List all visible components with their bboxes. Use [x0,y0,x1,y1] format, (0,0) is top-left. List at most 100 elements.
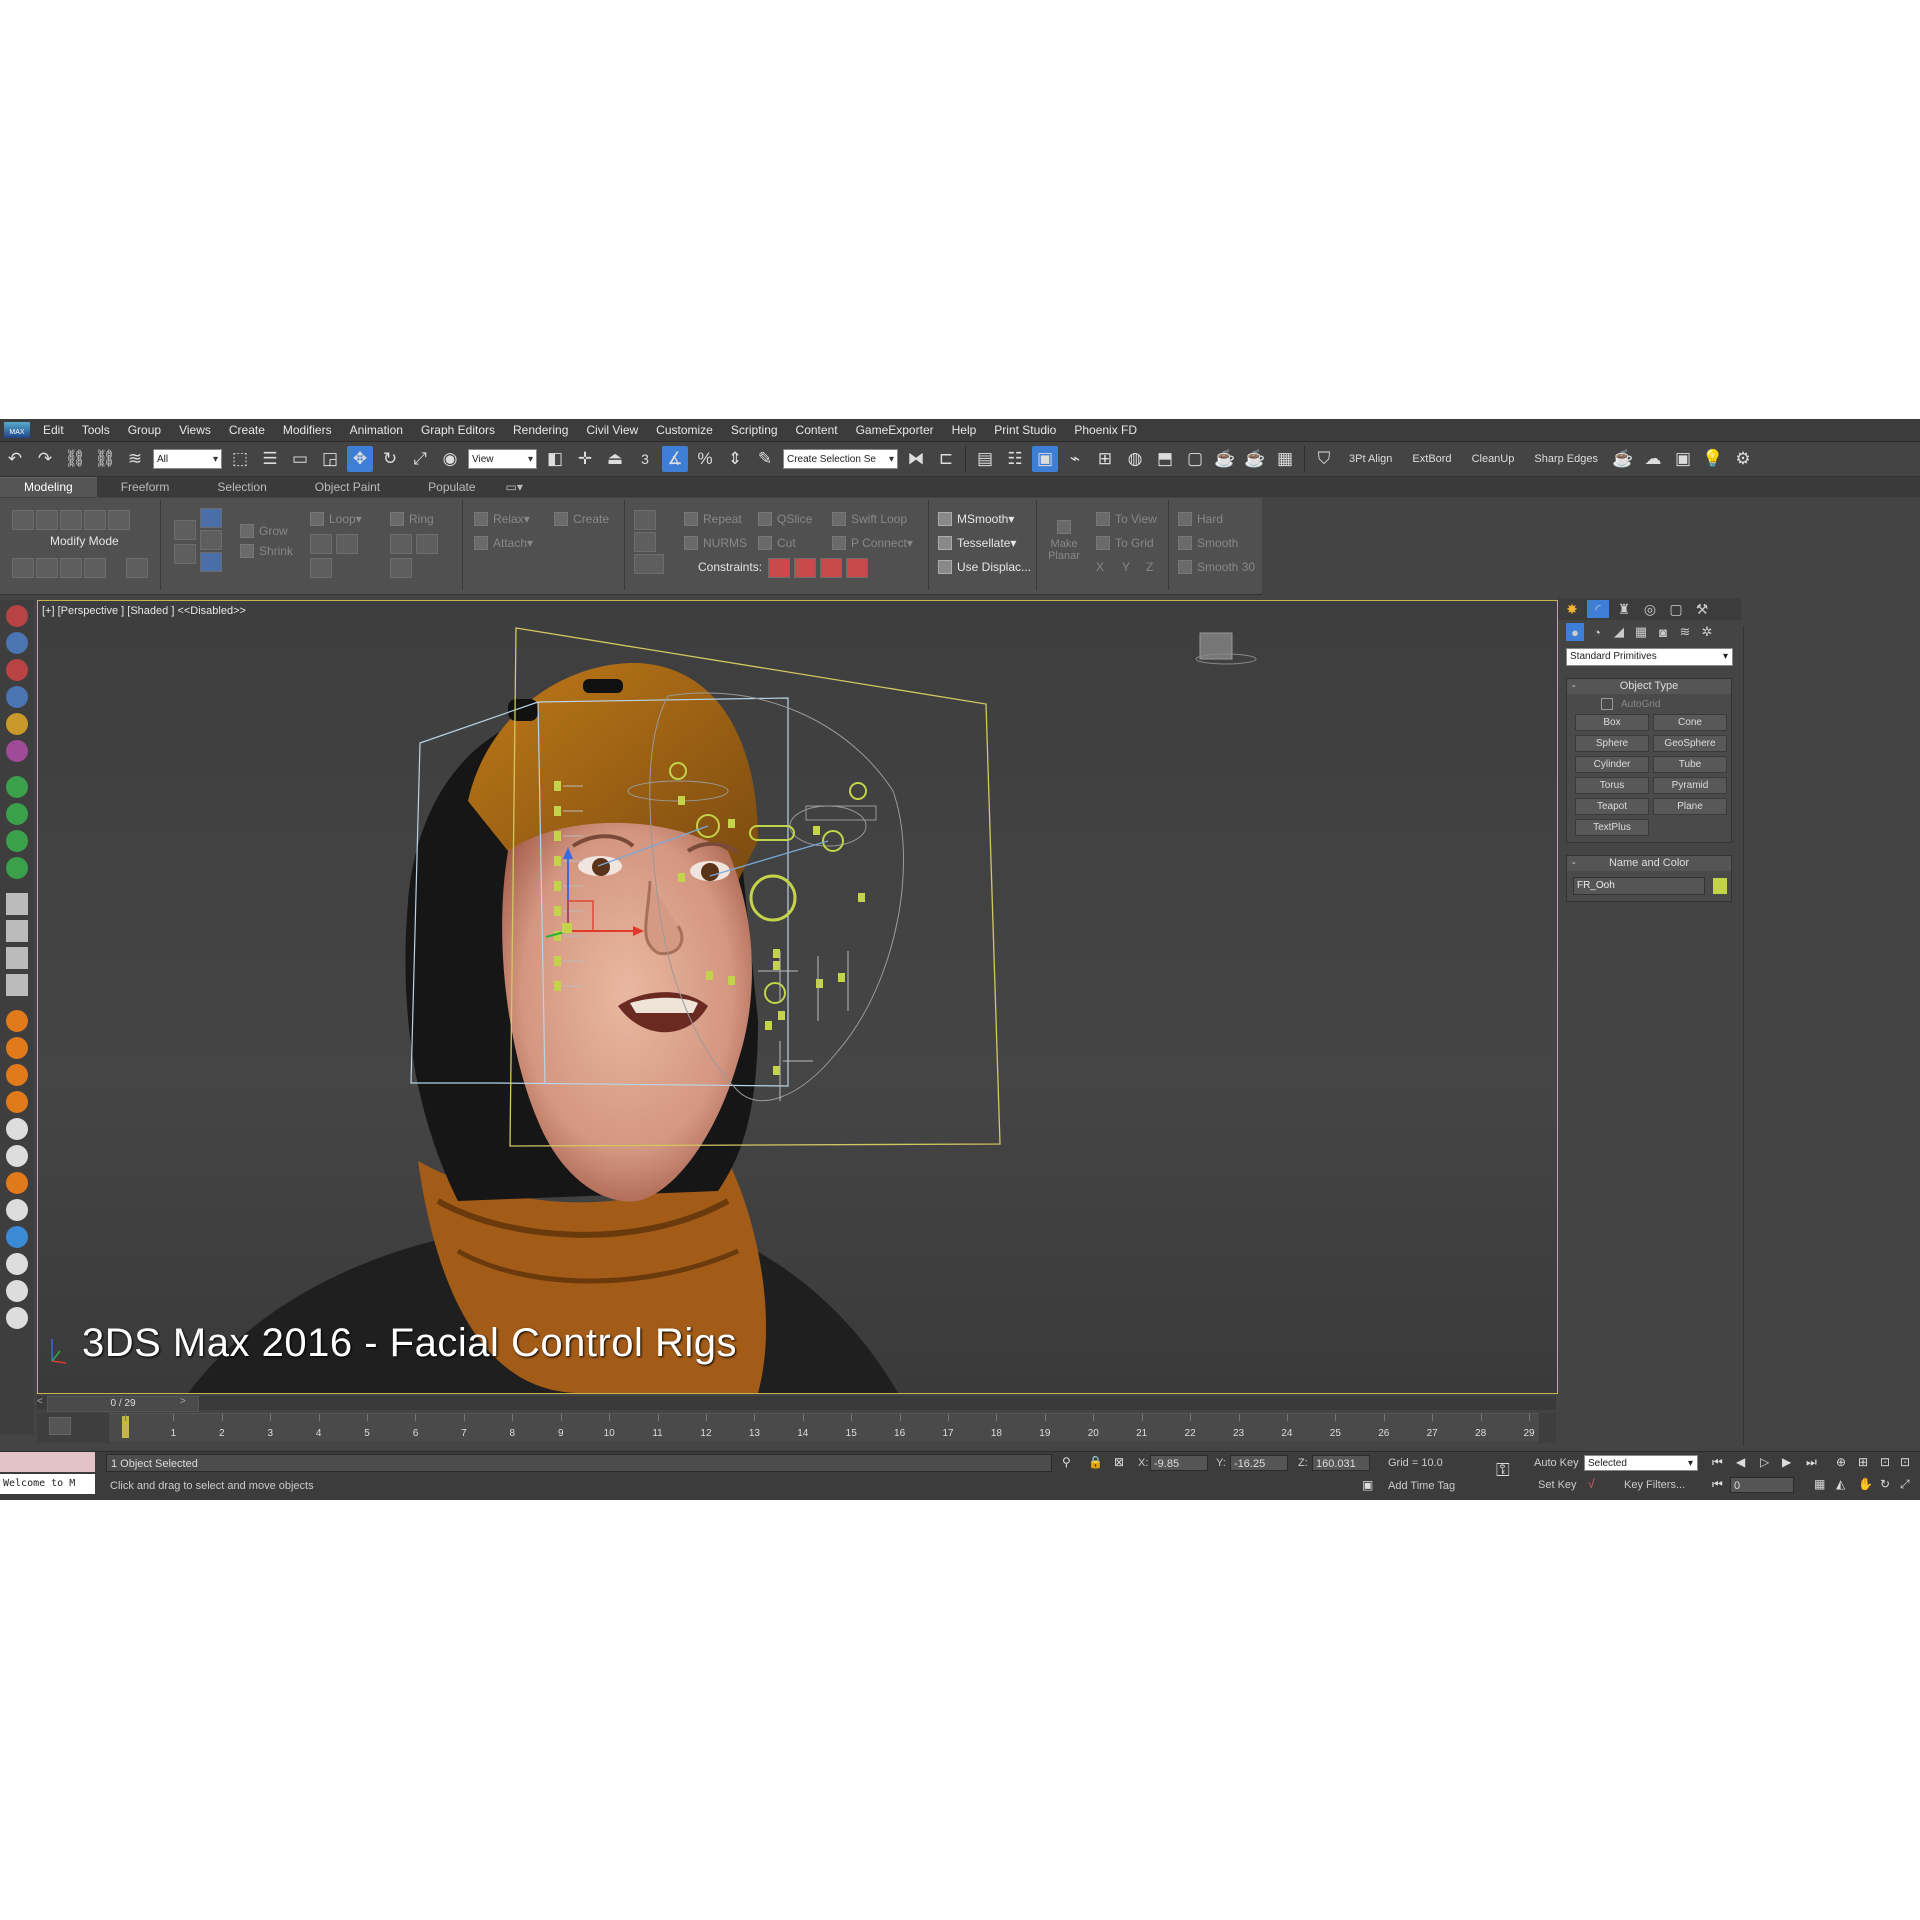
preview-selection-icon[interactable] [200,508,222,528]
go-to-start-icon[interactable]: ⏮ [1712,1455,1723,1470]
tab-freeform[interactable]: Freeform [97,478,194,497]
msmooth-button[interactable]: MSmooth ▾ [938,512,1014,526]
polygon-mode-icon[interactable] [84,510,106,530]
cylinder-button[interactable]: Cylinder [1575,756,1649,773]
fire-icon[interactable] [6,1037,28,1059]
percent-snap-icon[interactable]: % [692,446,718,472]
object-name-field[interactable]: FR_Ooh [1573,877,1706,895]
align-icon[interactable]: ⊏ [933,446,959,472]
constraint-edge-icon[interactable] [794,558,816,578]
ring-button[interactable]: Ring [390,512,434,526]
reference-coord-dropdown[interactable]: View [468,449,537,469]
menu-animation[interactable]: Animation [341,419,412,441]
isolate-icon[interactable]: ⚲ [1062,1455,1071,1469]
object-type-header[interactable]: Object Type [1567,679,1731,694]
x-coordinate-field[interactable]: -9.85 [1150,1455,1208,1471]
constraint-none-icon[interactable] [768,558,790,578]
particle-tool-icon[interactable] [6,857,28,879]
relax-button[interactable]: Relax ▾ [474,512,530,526]
y-coordinate-field[interactable]: -16.25 [1230,1455,1288,1471]
cloud-icon[interactable]: ☁ [1640,446,1666,472]
create-helper-icon[interactable] [6,713,28,735]
select-and-place-icon[interactable]: ◉ [437,446,463,472]
constraint-face-icon[interactable] [820,558,842,578]
tessellate-button[interactable]: Tessellate ▾ [938,536,1016,550]
swift-loop-button[interactable]: Swift Loop [832,512,907,526]
geosphere-button[interactable]: GeoSphere [1653,735,1727,752]
menu-help[interactable]: Help [943,419,986,441]
space-warps-icon[interactable]: ≋ [1676,623,1694,641]
align-x-button[interactable]: X [1096,560,1104,574]
fire-source-icon[interactable] [6,1010,28,1032]
rect-selection-icon[interactable]: ▭ [287,446,313,472]
modify-tool-icon[interactable] [12,558,34,578]
border-mode-icon[interactable] [60,510,82,530]
utilities-tab-icon[interactable]: ⚒ [1691,600,1713,618]
custom-script-icon[interactable]: ⛉ [1311,446,1337,472]
set-key-button[interactable]: Set Key [1538,1479,1577,1491]
name-and-color-header[interactable]: Name and Color [1567,856,1731,871]
hierarchy-tab-icon[interactable]: ♜ [1613,600,1635,618]
ring-mode-icon[interactable] [390,558,412,578]
ring-shrink-icon[interactable] [416,534,438,554]
zoom-icon[interactable]: ⊕ [1836,1455,1846,1469]
angle-snap-icon[interactable]: ∡ [662,446,688,472]
timeline-ruler[interactable]: 1 2 3 4 5 6 7 8 9 10 11 12 13 14 15 16 17 18 19 20 21 22 23 24 2… [109,1413,1539,1442]
render-in-cloud-icon[interactable]: ▦ [1272,446,1298,472]
default-tangent-icon[interactable]: √ [1588,1477,1595,1491]
fire-sim-icon[interactable] [6,1064,28,1086]
smoke-icon[interactable] [6,1118,28,1140]
time-slider[interactable]: 0 / 29 [47,1396,199,1412]
modify-tool-icon[interactable] [36,558,58,578]
select-and-rotate-icon[interactable]: ↻ [377,446,403,472]
create-button[interactable]: Create [554,512,609,526]
key-filters-button[interactable]: Key Filters... [1624,1479,1685,1491]
maxscript-listener-input[interactable]: Welcome to M [0,1474,95,1494]
pivot-center-icon[interactable]: ◧ [542,446,568,472]
helpers-icon[interactable]: ◙ [1654,623,1672,641]
field-of-view-icon[interactable]: ◭ [1836,1477,1845,1491]
align-y-button[interactable]: Y [1122,560,1130,574]
render-production-icon[interactable]: ☕ [1212,446,1238,472]
loop-button[interactable]: Loop ▾ [310,512,362,526]
menu-create[interactable]: Create [220,419,274,441]
motion-tab-icon[interactable]: ◎ [1639,600,1661,618]
material-editor-icon[interactable]: ◍ [1122,446,1148,472]
window-crossing-icon[interactable]: ◲ [317,446,343,472]
cone-button[interactable]: Cone [1653,714,1727,731]
viewport-label[interactable]: [+] [Perspective ] [Shaded ] <<Disabled>… [42,605,246,617]
to-view-button[interactable]: To View [1096,512,1157,526]
display-tab-icon[interactable]: ▢ [1665,600,1687,618]
menu-group[interactable]: Group [119,419,170,441]
menu-views[interactable]: Views [170,419,220,441]
absolute-mode-icon[interactable]: ⊠ [1114,1455,1124,1469]
toolbar-extbord[interactable]: ExtBord [1412,453,1451,465]
container-icon[interactable] [6,1280,28,1302]
named-selection-sets-dropdown[interactable]: Create Selection Se [783,449,898,469]
select-and-scale-icon[interactable]: ⤢ [407,446,433,472]
link-tool-icon[interactable] [6,776,28,798]
textplus-button[interactable]: TextPlus [1575,819,1649,836]
modify-tool-icon[interactable] [84,558,106,578]
z-coordinate-field[interactable]: 160.031 [1312,1455,1370,1471]
menu-civil-view[interactable]: Civil View [577,419,647,441]
unlink-icon[interactable]: ⛓ [92,446,118,472]
selection-filter-dropdown[interactable]: All [153,449,222,469]
select-object-icon[interactable]: ⬚ [227,446,253,472]
constraint-normal-icon[interactable] [846,558,868,578]
lights-icon[interactable]: ◢ [1610,623,1628,641]
create-shape-icon[interactable] [6,632,28,654]
nurms-button[interactable]: NURMS [684,536,747,550]
image-viewer-icon[interactable]: ▣ [1670,446,1696,472]
auto-key-button[interactable]: Auto Key [1534,1457,1579,1469]
flame-icon[interactable] [6,1172,28,1194]
modify-tab-icon[interactable]: ◜ [1587,600,1609,618]
lock-selection-icon[interactable]: 🔒 [1088,1455,1103,1469]
redo-icon[interactable]: ↷ [32,446,58,472]
snaps-toggle-icon[interactable]: 3 [632,446,658,472]
next-frame-icon[interactable]: ▶ [1782,1455,1791,1469]
edit-spinner[interactable] [634,554,664,574]
pot-icon[interactable] [6,1307,28,1329]
toolbar-3pt-align[interactable]: 3Pt Align [1349,453,1392,465]
arrow-tool-icon[interactable] [6,803,28,825]
